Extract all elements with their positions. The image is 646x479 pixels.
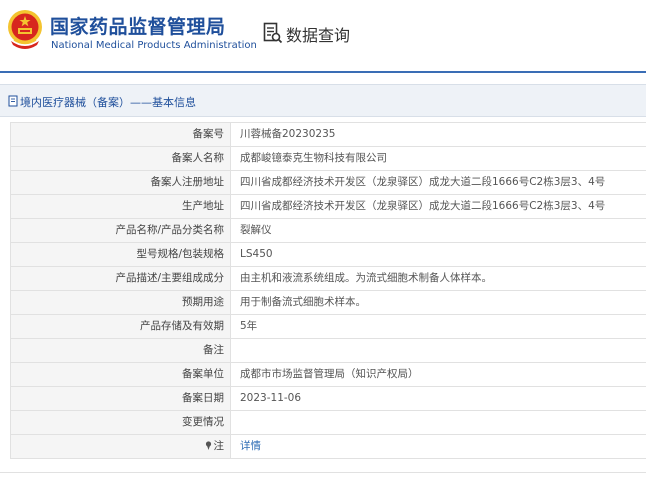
document-search-icon	[263, 22, 283, 44]
field-value: 成都峻镱泰克生物科技有限公司	[240, 152, 387, 164]
table-row: 备案单位 成都市市场监督管理局（知识产权局）	[11, 363, 646, 387]
table-row: 备案号 川蓉械备20230235	[11, 123, 646, 147]
field-label: 预期用途	[11, 291, 231, 314]
field-label: 变更情况	[11, 411, 231, 434]
header-divider	[0, 71, 646, 73]
note-label-cell: 注	[11, 435, 231, 458]
table-row: 生产地址 四川省成都经济技术开发区（龙泉驿区）成龙大道二段1666号C2栋3层3…	[11, 195, 646, 219]
table-row: 变更情况	[11, 411, 646, 435]
field-value: LS450	[240, 248, 273, 260]
field-value	[231, 411, 646, 434]
table-row: 产品存储及有效期 5年	[11, 315, 646, 339]
field-value: 四川省成都经济技术开发区（龙泉驿区）成龙大道二段1666号C2栋3层3、4号	[240, 200, 606, 212]
field-label: 备案日期	[11, 387, 231, 410]
table-row: 产品描述/主要组成成分 由主机和液流系统组成。为流式细胞术制备人体样本。	[11, 267, 646, 291]
org-name-cn: 国家药品监督管理局	[50, 16, 226, 38]
field-value: 四川省成都经济技术开发区（龙泉驿区）成龙大道二段1666号C2栋3层3、4号	[240, 176, 606, 188]
table-row: 备案人注册地址 四川省成都经济技术开发区（龙泉驿区）成龙大道二段1666号C2栋…	[11, 171, 646, 195]
field-value: 裂解仪	[240, 224, 272, 236]
table-row: 产品名称/产品分类名称 裂解仪	[11, 219, 646, 243]
field-value	[231, 339, 646, 362]
table-row: 备案日期 2023-11-06	[11, 387, 646, 411]
field-label: 备案人注册地址	[11, 171, 231, 194]
field-label: 备案人名称	[11, 147, 231, 170]
field-label: 产品存储及有效期	[11, 315, 231, 338]
field-label: 产品名称/产品分类名称	[11, 219, 231, 242]
footer-divider	[0, 472, 646, 473]
field-value: 由主机和液流系统组成。为流式细胞术制备人体样本。	[240, 272, 492, 284]
site-header: 国家药品监督管理局 National Medical Products Admi…	[0, 0, 646, 70]
field-value: 川蓉械备20230235	[240, 128, 336, 140]
table-row-note: 注 详情	[11, 435, 646, 459]
national-emblem-icon	[8, 10, 42, 49]
table-row: 型号规格/包装规格 LS450	[11, 243, 646, 267]
record-detail-table: 备案号 川蓉械备20230235 备案人名称 成都峻镱泰克生物科技有限公司 备案…	[10, 122, 646, 459]
table-row: 预期用途 用于制备流式细胞术样本。	[11, 291, 646, 315]
breadcrumb-text: 境内医疗器械（备案）——基本信息	[20, 96, 196, 109]
field-value: 用于制备流式细胞术样本。	[240, 296, 366, 308]
org-name-en: National Medical Products Administration	[51, 40, 257, 51]
page-title: 数据查询	[286, 26, 351, 45]
field-label: 备注	[11, 339, 231, 362]
pin-icon	[205, 441, 211, 450]
field-label: 备案单位	[11, 363, 231, 386]
document-icon	[8, 95, 18, 107]
field-value: 2023-11-06	[240, 392, 302, 404]
field-label: 备案号	[11, 123, 231, 146]
field-value: 成都市市场监督管理局（知识产权局）	[240, 368, 419, 380]
table-row: 备注	[11, 339, 646, 363]
field-label: 产品描述/主要组成成分	[11, 267, 231, 290]
field-label: 型号规格/包装规格	[11, 243, 231, 266]
note-label: 注	[213, 440, 225, 452]
details-link[interactable]: 详情	[231, 435, 646, 458]
field-value: 5年	[240, 320, 258, 332]
breadcrumb: 境内医疗器械（备案）——基本信息	[0, 84, 646, 117]
field-label: 生产地址	[11, 195, 231, 218]
table-row: 备案人名称 成都峻镱泰克生物科技有限公司	[11, 147, 646, 171]
